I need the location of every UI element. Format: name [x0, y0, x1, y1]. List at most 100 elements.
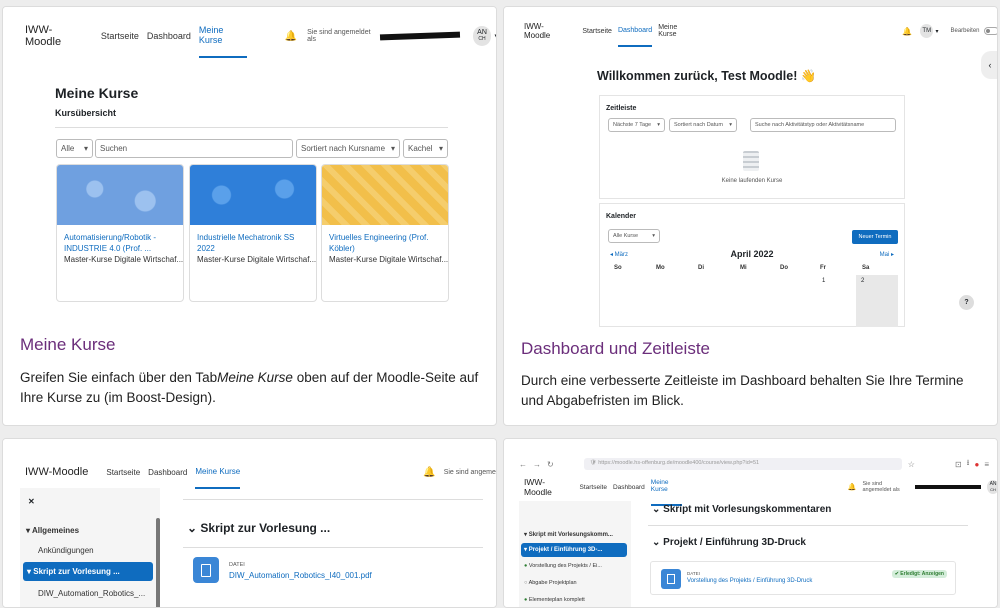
course-name[interactable]: Virtuelles Engineering (Prof. Köbler) [322, 225, 448, 254]
sidebar-item-file[interactable]: DIW_Automation_Robotics_... [38, 589, 145, 598]
logged-in-text: Sie sind angemeldet als [307, 29, 371, 43]
sidebar-item-projekt[interactable]: ▾ Projekt / Einführung 3D-... [521, 543, 627, 557]
timeline-range-select[interactable]: Nächste 7 Tage ▾ [608, 118, 665, 132]
sort-select[interactable]: Sortiert nach Kursname ▾ [296, 139, 400, 158]
weekday-label: Di [698, 265, 704, 271]
chevron-down-icon[interactable]: ▾ [935, 28, 938, 35]
bell-icon[interactable]: 🔔 [902, 27, 912, 36]
bell-icon[interactable]: 🔔 [285, 31, 297, 42]
sidebar-item-vorstellung[interactable]: ● Vorstellung des Projekts / Ei... [524, 563, 602, 569]
search-input[interactable]: Suchen [95, 139, 293, 158]
bell-icon[interactable]: 🔔 [423, 467, 435, 478]
course-card[interactable]: Virtuelles Engineering (Prof. Köbler) Ma… [321, 164, 449, 302]
calendar-day-today[interactable]: 2 [856, 275, 898, 327]
completion-badge[interactable]: ✔ Erledigt: Anzeigen [891, 570, 947, 578]
file-activity[interactable]: DATEI Vorstellung des Projekts / Einführ… [650, 561, 956, 595]
timeline-search-input[interactable]: Suche nach Aktivitätstyp oder Aktivitäts… [750, 118, 896, 132]
card-title: Meine Kurse [20, 335, 116, 354]
activity-name[interactable]: Vorstellung des Projekts / Einführung 3D… [687, 578, 812, 584]
complete-dot-icon: ● [524, 563, 528, 569]
sidebar-item-allgemeines[interactable]: ▾ Allgemeines [26, 526, 79, 535]
course-name[interactable]: Industrielle Mechatronik SS 2022 [190, 225, 316, 254]
screenshot-course-script: IWW-Moodle Startseite Dashboard Meine Ku… [3, 439, 496, 607]
timeline-sort-select[interactable]: Sortiert nach Datum ▾ [669, 118, 737, 132]
section-heading[interactable]: ⌄ Skript mit Vorlesungskommentaren [652, 504, 831, 515]
nav-dashboard[interactable]: Dashboard [617, 16, 653, 47]
brand-logo[interactable]: IWW-Moodle [25, 466, 88, 478]
nav-startseite[interactable]: Startseite [101, 20, 139, 52]
nav-dashboard[interactable]: Dashboard [147, 20, 191, 52]
sidebar-item-abgabe[interactable]: ○ Abgabe Projektplan [524, 580, 577, 586]
course-card[interactable]: Industrielle Mechatronik SS 2022 Master-… [189, 164, 317, 302]
brand-logo[interactable]: IWW-Moodle [524, 477, 566, 497]
chevron-down-icon[interactable]: ▾ [494, 32, 496, 40]
calendar-course-select[interactable]: Alle Kurse ▾ [608, 229, 660, 243]
activity-name[interactable]: DIW_Automation_Robotics_I40_001.pdf [229, 571, 372, 580]
weekday-label: Do [780, 265, 788, 271]
complete-dot-icon: ● [524, 597, 528, 603]
nav-meine-kurse[interactable]: Meine Kurse [198, 14, 247, 58]
course-image [190, 165, 316, 225]
weekday-label: Sa [862, 265, 870, 271]
nav-dashboard[interactable]: Dashboard [613, 473, 645, 502]
url-bar[interactable]: 🛡 https://moodle.hs-offenburg.de/moodle4… [583, 458, 902, 470]
nav-startseite[interactable]: Startseite [582, 17, 612, 46]
new-event-button[interactable]: Neuer Termin [852, 230, 898, 244]
brand-logo[interactable]: IWW-Moodle [25, 24, 85, 48]
sidebar-item-skript[interactable]: ▾ Skript zur Vorlesung ... [23, 562, 153, 581]
nav-meine-kurse[interactable]: Meine Kurse [195, 456, 241, 489]
nav-meine-kurse[interactable]: Meine Kurse [658, 13, 696, 49]
calendar-title: Kalender [606, 213, 636, 220]
help-button[interactable]: ? [959, 295, 974, 310]
card-description: Greifen Sie einfach über den TabMeine Ku… [20, 370, 479, 405]
divider [55, 127, 448, 128]
sidebar-item-elementeplan[interactable]: ● Elementeplan komplett [524, 597, 585, 603]
alert-icon[interactable]: ● [974, 460, 979, 469]
screenshot-my-courses: IWW-Moodle Startseite Dashboard Meine Ku… [3, 7, 496, 327]
filter-select[interactable]: Alle ▾ [56, 139, 93, 158]
weekday-label: Mi [740, 265, 747, 271]
drawer-scrollbar[interactable] [156, 518, 160, 607]
reload-icon[interactable]: ↻ [547, 460, 554, 469]
avatar[interactable]: AN CH [472, 26, 492, 46]
browser-toolbar: ← → ↻ 🛡 https://moodle.hs-offenburg.de/m… [519, 457, 989, 471]
avatar[interactable]: AN CH [987, 480, 997, 494]
calendar-month: April 2022 [730, 249, 774, 259]
section-heading[interactable]: ⌄ Skript zur Vorlesung ... [187, 521, 330, 535]
nav-dashboard[interactable]: Dashboard [148, 457, 187, 488]
calendar-day[interactable]: 1 [822, 278, 825, 284]
bookmark-icon[interactable]: ☆ [908, 460, 915, 469]
avatar[interactable]: TM [920, 24, 934, 38]
section-heading[interactable]: ⌄ Projekt / Einführung 3D-Druck [652, 537, 806, 548]
logged-in-text: Sie sind angeme [443, 468, 496, 476]
file-activity[interactable]: DATEI DIW_Automation_Robotics_I40_001.pd… [185, 552, 485, 592]
shield-icon: 🛡 [589, 460, 599, 466]
close-icon[interactable]: ✕ [28, 497, 35, 506]
nav-startseite[interactable]: Startseite [106, 457, 140, 488]
nav-startseite[interactable]: Startseite [580, 473, 607, 502]
timeline-title: Zeitleiste [606, 105, 637, 112]
weekday-row: So Mo Di Mi Do Fr Sa [600, 265, 906, 275]
feature-card-my-courses: IWW-Moodle Startseite Dashboard Meine Ku… [2, 6, 497, 426]
extensions-icon[interactable]: ⊡ [955, 460, 962, 469]
menu-icon[interactable]: ≡ [984, 460, 989, 469]
edit-mode-toggle[interactable] [983, 27, 997, 35]
course-image [322, 165, 448, 225]
next-month-link[interactable]: Mai ▸ [880, 251, 894, 258]
course-name[interactable]: Automatisierung/Robotik - INDUSTRIE 4.0 … [57, 225, 183, 254]
sidebar-item-skript[interactable]: ▾ Skript mit Vorlesungskomm... [524, 531, 613, 538]
file-icon [661, 569, 681, 589]
nav-meine-kurse[interactable]: Meine Kurse [650, 468, 682, 506]
forward-icon[interactable]: → [533, 460, 541, 469]
brand-logo[interactable]: IWW-Moodle [524, 22, 568, 40]
bell-icon[interactable]: 🔔 [848, 483, 857, 491]
timeline-empty-text: Keine laufenden Kurse [721, 178, 783, 184]
view-select[interactable]: Kachel ▾ [403, 139, 448, 158]
edit-mode-label: Bearbeiten [950, 28, 980, 34]
course-card[interactable]: Automatisierung/Robotik - INDUSTRIE 4.0 … [56, 164, 184, 302]
download-icon[interactable]: ⭳ [967, 457, 970, 471]
sidebar-item-ankuendigungen[interactable]: Ankündigungen [38, 546, 94, 555]
divider [648, 525, 968, 526]
drawer-toggle-button[interactable]: ‹ [981, 51, 997, 79]
back-icon[interactable]: ← [519, 460, 527, 469]
